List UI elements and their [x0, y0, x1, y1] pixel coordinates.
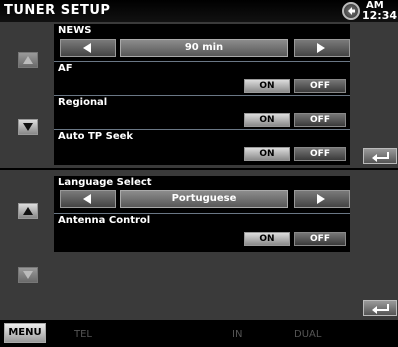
- auto-tp-seek-off-button[interactable]: OFF: [294, 147, 346, 161]
- af-on-button[interactable]: ON: [244, 79, 290, 93]
- news-prev-button[interactable]: [60, 39, 116, 57]
- language-select-label: Language Select: [58, 177, 152, 188]
- dual-indicator: DUAL: [294, 329, 322, 340]
- regional-off-button[interactable]: OFF: [294, 113, 346, 127]
- scroll-up-button-2[interactable]: [18, 203, 38, 219]
- settings-list-2: Language Select Portuguese Antenna Contr…: [54, 176, 350, 252]
- auto-tp-seek-label: Auto TP Seek: [58, 131, 134, 142]
- news-label: NEWS: [58, 25, 92, 36]
- af-label: AF: [58, 63, 73, 74]
- list-item-af: AF ON OFF: [54, 62, 350, 96]
- list-item-regional: Regional ON OFF: [54, 96, 350, 130]
- clock-time: 12:34: [362, 9, 398, 22]
- auto-tp-seek-on-button[interactable]: ON: [244, 147, 290, 161]
- page-title: TUNER SETUP: [4, 3, 111, 18]
- language-next-button[interactable]: [294, 190, 350, 208]
- news-value: 90 min: [120, 39, 288, 57]
- scroll-down-button[interactable]: [18, 119, 38, 135]
- news-next-button[interactable]: [294, 39, 350, 57]
- return-button-2[interactable]: [363, 300, 397, 316]
- language-prev-button[interactable]: [60, 190, 116, 208]
- antenna-control-label: Antenna Control: [58, 215, 151, 226]
- list-item-news: NEWS 90 min: [54, 24, 350, 62]
- settings-list: NEWS 90 min AF ON OFF Regional ON OFF Au…: [54, 24, 350, 165]
- in-indicator: IN: [232, 329, 243, 340]
- title-bar: TUNER SETUP AM 12:34: [0, 0, 398, 22]
- status-bar: MENU TEL IN DUAL: [0, 321, 398, 347]
- list-item-auto-tp-seek: Auto TP Seek ON OFF: [54, 130, 350, 165]
- setup-page-1: TUNER SETUP AM 12:34 NEWS 90 min AF ON O…: [0, 0, 398, 168]
- regional-on-button[interactable]: ON: [244, 113, 290, 127]
- antenna-off-button[interactable]: OFF: [294, 232, 346, 246]
- language-value: Portuguese: [120, 190, 288, 208]
- menu-button[interactable]: MENU: [4, 323, 46, 343]
- list-item-language-select: Language Select Portuguese: [54, 176, 350, 214]
- regional-label: Regional: [58, 97, 108, 108]
- return-button[interactable]: [363, 148, 397, 164]
- scroll-down-button-2[interactable]: [18, 267, 38, 283]
- af-off-button[interactable]: OFF: [294, 79, 346, 93]
- tel-indicator: TEL: [74, 329, 92, 340]
- antenna-on-button[interactable]: ON: [244, 232, 290, 246]
- back-icon[interactable]: [342, 2, 360, 20]
- scroll-up-button[interactable]: [18, 52, 38, 68]
- setup-page-2: Language Select Portuguese Antenna Contr…: [0, 170, 398, 320]
- list-item-antenna-control: Antenna Control ON OFF: [54, 214, 350, 252]
